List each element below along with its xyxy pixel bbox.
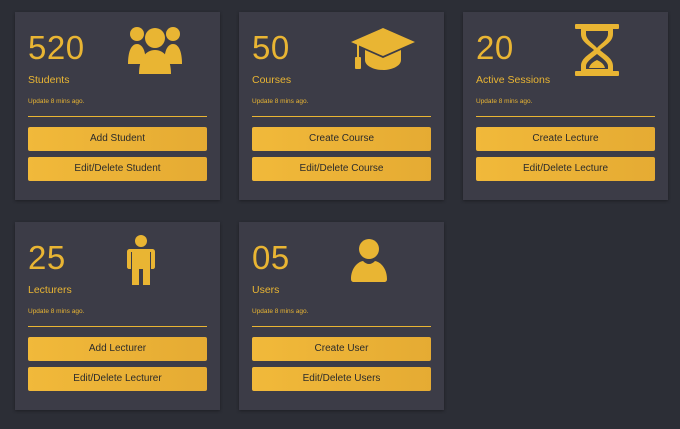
active-sessions-card: 20 Active Sessions Update 8 mins ago. Cr…: [463, 12, 668, 200]
courses-update-text: Update 8 mins ago.: [252, 98, 309, 105]
graduation-cap-icon: [349, 26, 417, 72]
active-sessions-label: Active Sessions: [476, 74, 551, 86]
students-count: 520: [28, 29, 85, 66]
lecturers-card: 25 Lecturers Update 8 mins ago. Add Lect…: [15, 222, 220, 410]
students-label: Students: [28, 74, 70, 86]
active-sessions-count: 20: [476, 29, 514, 66]
users-card: 05 Users Update 8 mins ago. Create User …: [239, 222, 444, 410]
dashboard: 520 Students Update 8 mins ago. Add Stud…: [0, 0, 680, 429]
students-divider: [28, 116, 207, 117]
users-divider: [252, 326, 431, 327]
users-count: 05: [252, 239, 290, 276]
edit-delete-course-button[interactable]: Edit/Delete Course: [252, 157, 431, 181]
edit-delete-lecturer-button[interactable]: Edit/Delete Lecturer: [28, 367, 207, 391]
active-sessions-update-text: Update 8 mins ago.: [476, 98, 533, 105]
courses-card: 50 Courses Update 8 mins ago. Create Cou…: [239, 12, 444, 200]
add-lecturer-button[interactable]: Add Lecturer: [28, 337, 207, 361]
students-update-text: Update 8 mins ago.: [28, 98, 85, 105]
edit-delete-student-button[interactable]: Edit/Delete Student: [28, 157, 207, 181]
courses-count: 50: [252, 29, 290, 66]
users-group-icon: [126, 24, 184, 74]
lecturers-label: Lecturers: [28, 284, 72, 296]
edit-delete-lecture-button[interactable]: Edit/Delete Lecture: [476, 157, 655, 181]
create-user-button[interactable]: Create User: [252, 337, 431, 361]
user-icon: [350, 238, 388, 282]
create-lecture-button[interactable]: Create Lecture: [476, 127, 655, 151]
courses-divider: [252, 116, 431, 117]
courses-label: Courses: [252, 74, 292, 86]
students-card: 520 Students Update 8 mins ago. Add Stud…: [15, 12, 220, 200]
hourglass-icon: [574, 24, 620, 76]
users-update-text: Update 8 mins ago.: [252, 308, 309, 315]
active-sessions-divider: [476, 116, 655, 117]
create-course-button[interactable]: Create Course: [252, 127, 431, 151]
lecturers-count: 25: [28, 239, 66, 276]
users-label: Users: [252, 284, 280, 296]
lecturers-update-text: Update 8 mins ago.: [28, 308, 85, 315]
edit-delete-users-button[interactable]: Edit/Delete Users: [252, 367, 431, 391]
add-student-button[interactable]: Add Student: [28, 127, 207, 151]
lecturers-divider: [28, 326, 207, 327]
person-standing-icon: [125, 235, 157, 285]
